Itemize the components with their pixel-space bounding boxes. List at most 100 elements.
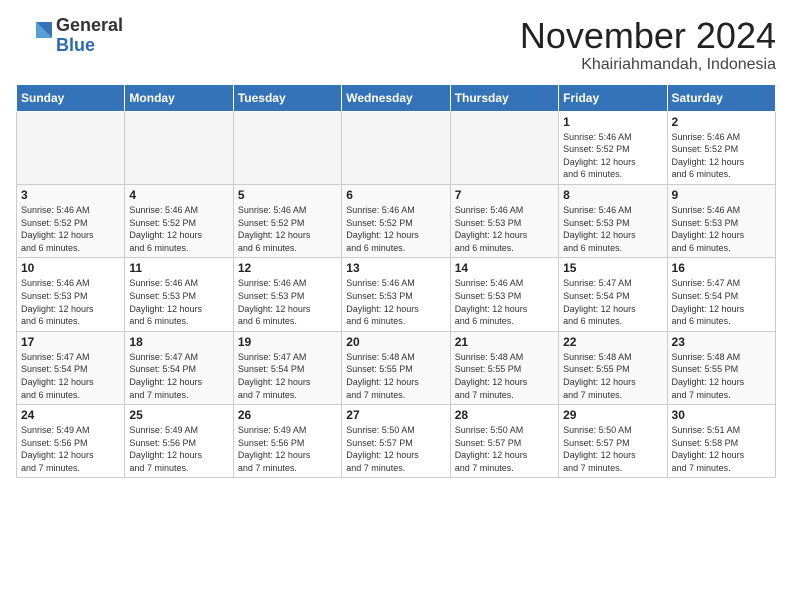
calendar-cell [17, 111, 125, 184]
column-header-monday: Monday [125, 84, 233, 111]
calendar-cell: 14 Sunrise: 5:46 AM Sunset: 5:53 PM Dayli… [450, 258, 558, 331]
calendar-cell: 20Sunrise: 5:48 AM Sunset: 5:55 PM Dayli… [342, 331, 450, 404]
calendar-cell: 9Sunrise: 5:46 AM Sunset: 5:53 PM Daylig… [667, 184, 775, 257]
day-number: 18 [129, 335, 228, 349]
day-number: 21 [455, 335, 554, 349]
day-number: 24 [21, 408, 120, 422]
calendar-cell: 24 Sunrise: 5:49 AM Sunset: 5:56 PM Dayli… [17, 405, 125, 478]
calendar-cell: 21 Sunrise: 5:48 AM Sunset: 5:55 PM Dayli… [450, 331, 558, 404]
day-info: Sunrise: 5:46 AM Sunset: 5:52 PM Dayligh… [129, 204, 228, 254]
calendar-header-row: SundayMondayTuesdayWednesdayThursdayFrid… [17, 84, 776, 111]
day-info: Sunrise: 5:46 AM Sunset: 5:53 PM Dayligh… [129, 277, 228, 327]
day-number: 19 [238, 335, 337, 349]
day-info: Sunrise: 5:47 AM Sunset: 5:54 PM Dayligh… [563, 277, 662, 327]
calendar-cell: 1Sunrise: 5:46 AM Sunset: 5:52 PM Daylig… [559, 111, 667, 184]
day-info: Sunrise: 5:46 AM Sunset: 5:53 PM Dayligh… [672, 204, 771, 254]
calendar-cell: 7 Sunrise: 5:46 AM Sunset: 5:53 PM Daylig… [450, 184, 558, 257]
calendar-week-2: 3Sunrise: 5:46 AM Sunset: 5:52 PM Daylig… [17, 184, 776, 257]
calendar-cell: 28Sunrise: 5:50 AM Sunset: 5:57 PM Dayli… [450, 405, 558, 478]
column-header-wednesday: Wednesday [342, 84, 450, 111]
day-info: Sunrise: 5:48 AM Sunset: 5:55 PM Dayligh… [346, 351, 445, 401]
day-info: Sunrise: 5:46 AM Sunset: 5:52 PM Dayligh… [21, 204, 120, 254]
logo-text: General Blue [56, 16, 123, 56]
calendar-cell: 25 Sunrise: 5:49 AM Sunset: 5:56 PM Dayli… [125, 405, 233, 478]
day-number: 15 [563, 261, 662, 275]
calendar-cell: 12 Sunrise: 5:46 AM Sunset: 5:53 PM Dayli… [233, 258, 341, 331]
day-number: 26 [238, 408, 337, 422]
calendar-week-5: 24 Sunrise: 5:49 AM Sunset: 5:56 PM Dayli… [17, 405, 776, 478]
day-number: 1 [563, 115, 662, 129]
title-block: November 2024 Khairiahmandah, Indonesia [520, 16, 776, 74]
day-info: Sunrise: 5:49 AM Sunset: 5:56 PM Dayligh… [129, 424, 228, 474]
day-info: Sunrise: 5:47 AM Sunset: 5:54 PM Dayligh… [238, 351, 337, 401]
calendar-cell: 5Sunrise: 5:46 AM Sunset: 5:52 PM Daylig… [233, 184, 341, 257]
calendar-cell: 13 Sunrise: 5:46 AM Sunset: 5:53 PM Dayli… [342, 258, 450, 331]
day-info: Sunrise: 5:50 AM Sunset: 5:57 PM Dayligh… [563, 424, 662, 474]
location: Khairiahmandah, Indonesia [520, 56, 776, 74]
calendar-cell: 17Sunrise: 5:47 AM Sunset: 5:54 PM Dayli… [17, 331, 125, 404]
calendar-cell [342, 111, 450, 184]
calendar-cell: 2 Sunrise: 5:46 AM Sunset: 5:52 PM Daylig… [667, 111, 775, 184]
calendar-cell: 18Sunrise: 5:47 AM Sunset: 5:54 PM Dayli… [125, 331, 233, 404]
day-info: Sunrise: 5:49 AM Sunset: 5:56 PM Dayligh… [21, 424, 120, 474]
calendar-cell: 16Sunrise: 5:47 AM Sunset: 5:54 PM Dayli… [667, 258, 775, 331]
logo-icon [16, 18, 52, 54]
day-number: 10 [21, 261, 120, 275]
day-number: 29 [563, 408, 662, 422]
logo: General Blue [16, 16, 123, 56]
day-number: 23 [672, 335, 771, 349]
day-number: 27 [346, 408, 445, 422]
day-info: Sunrise: 5:48 AM Sunset: 5:55 PM Dayligh… [455, 351, 554, 401]
calendar-table: SundayMondayTuesdayWednesdayThursdayFrid… [16, 84, 776, 479]
calendar-cell [450, 111, 558, 184]
calendar-cell: 10 Sunrise: 5:46 AM Sunset: 5:53 PM Dayli… [17, 258, 125, 331]
logo-general: General [56, 15, 123, 35]
day-info: Sunrise: 5:49 AM Sunset: 5:56 PM Dayligh… [238, 424, 337, 474]
day-number: 8 [563, 188, 662, 202]
calendar-cell: 26 Sunrise: 5:49 AM Sunset: 5:56 PM Dayli… [233, 405, 341, 478]
day-number: 7 [455, 188, 554, 202]
day-number: 22 [563, 335, 662, 349]
calendar-cell: 19 Sunrise: 5:47 AM Sunset: 5:54 PM Dayli… [233, 331, 341, 404]
column-header-tuesday: Tuesday [233, 84, 341, 111]
month-title: November 2024 [520, 16, 776, 56]
calendar-cell: 15 Sunrise: 5:47 AM Sunset: 5:54 PM Dayli… [559, 258, 667, 331]
calendar-cell: 22 Sunrise: 5:48 AM Sunset: 5:55 PM Dayli… [559, 331, 667, 404]
day-info: Sunrise: 5:47 AM Sunset: 5:54 PM Dayligh… [672, 277, 771, 327]
day-number: 6 [346, 188, 445, 202]
day-number: 4 [129, 188, 228, 202]
day-info: Sunrise: 5:50 AM Sunset: 5:57 PM Dayligh… [346, 424, 445, 474]
calendar-cell: 27 Sunrise: 5:50 AM Sunset: 5:57 PM Dayli… [342, 405, 450, 478]
day-info: Sunrise: 5:46 AM Sunset: 5:53 PM Dayligh… [346, 277, 445, 327]
calendar-cell: 8 Sunrise: 5:46 AM Sunset: 5:53 PM Daylig… [559, 184, 667, 257]
logo-blue: Blue [56, 35, 95, 55]
day-info: Sunrise: 5:46 AM Sunset: 5:52 PM Dayligh… [238, 204, 337, 254]
calendar-cell: 30 Sunrise: 5:51 AM Sunset: 5:58 PM Dayli… [667, 405, 775, 478]
calendar-week-4: 17Sunrise: 5:47 AM Sunset: 5:54 PM Dayli… [17, 331, 776, 404]
day-number: 30 [672, 408, 771, 422]
column-header-friday: Friday [559, 84, 667, 111]
day-info: Sunrise: 5:47 AM Sunset: 5:54 PM Dayligh… [21, 351, 120, 401]
day-info: Sunrise: 5:46 AM Sunset: 5:52 PM Dayligh… [672, 131, 771, 181]
day-info: Sunrise: 5:48 AM Sunset: 5:55 PM Dayligh… [563, 351, 662, 401]
calendar-cell [233, 111, 341, 184]
day-number: 11 [129, 261, 228, 275]
day-info: Sunrise: 5:46 AM Sunset: 5:53 PM Dayligh… [563, 204, 662, 254]
day-info: Sunrise: 5:46 AM Sunset: 5:53 PM Dayligh… [455, 277, 554, 327]
calendar-cell: 23Sunrise: 5:48 AM Sunset: 5:55 PM Dayli… [667, 331, 775, 404]
day-info: Sunrise: 5:46 AM Sunset: 5:53 PM Dayligh… [238, 277, 337, 327]
calendar-cell [125, 111, 233, 184]
day-number: 12 [238, 261, 337, 275]
day-info: Sunrise: 5:51 AM Sunset: 5:58 PM Dayligh… [672, 424, 771, 474]
calendar-cell: 3Sunrise: 5:46 AM Sunset: 5:52 PM Daylig… [17, 184, 125, 257]
calendar-cell: 4 Sunrise: 5:46 AM Sunset: 5:52 PM Daylig… [125, 184, 233, 257]
day-info: Sunrise: 5:46 AM Sunset: 5:52 PM Dayligh… [346, 204, 445, 254]
day-number: 2 [672, 115, 771, 129]
day-number: 25 [129, 408, 228, 422]
day-info: Sunrise: 5:46 AM Sunset: 5:53 PM Dayligh… [455, 204, 554, 254]
calendar-cell: 11 Sunrise: 5:46 AM Sunset: 5:53 PM Dayli… [125, 258, 233, 331]
calendar-week-1: 1 Sunrise: 5:46 AM Sunset: 5:52 PM Daylig… [17, 111, 776, 184]
day-info: Sunrise: 5:46 AM Sunset: 5:53 PM Dayligh… [21, 277, 120, 327]
day-number: 14 [455, 261, 554, 275]
day-number: 13 [346, 261, 445, 275]
